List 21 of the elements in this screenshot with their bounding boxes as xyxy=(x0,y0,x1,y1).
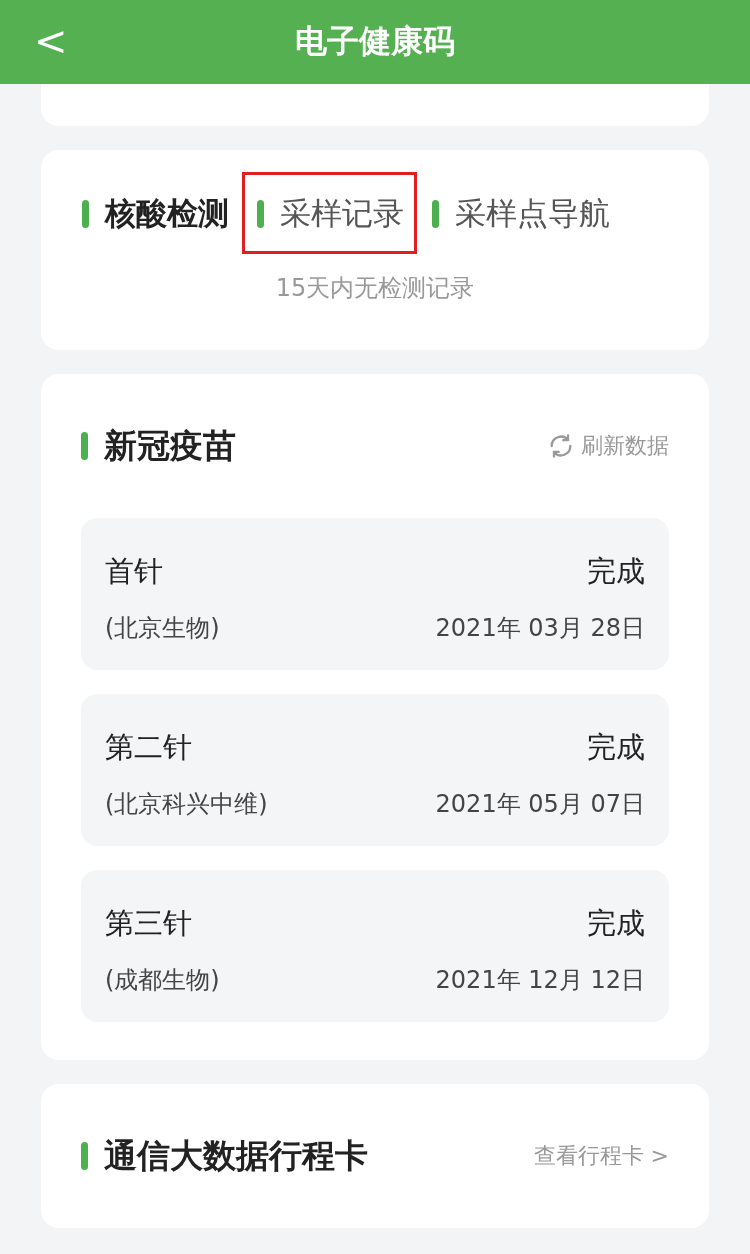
section-tab[interactable]: 采样点导航 xyxy=(417,172,623,254)
dose-date: 2021年 12月 12日 xyxy=(435,965,645,996)
dose-status: 完成 xyxy=(586,905,645,942)
dose-date: 2021年 03月 28日 xyxy=(435,613,645,644)
dose-status: 完成 xyxy=(586,553,645,590)
vaccine-maker: (北京生物) xyxy=(105,613,221,644)
vaccine-maker: (北京科兴中维) xyxy=(105,789,269,820)
dose-name: 首针 xyxy=(105,553,164,590)
section-title: 新冠疫苗 xyxy=(104,424,236,467)
accent-bar xyxy=(81,1142,88,1170)
dose-date: 2021年 05月 07日 xyxy=(435,789,645,820)
accent-bar xyxy=(81,432,88,460)
section-tab[interactable]: 核酸检测 xyxy=(67,172,242,254)
dose-name: 第三针 xyxy=(105,905,193,942)
vaccine-maker: (成都生物) xyxy=(105,965,221,996)
section-tab[interactable]: 采样记录 xyxy=(242,172,417,254)
page-title: 电子健康码 xyxy=(295,21,455,62)
dose-name: 第二针 xyxy=(105,729,193,766)
dose-status: 完成 xyxy=(586,729,645,766)
section-title: 通信大数据行程卡 xyxy=(104,1134,368,1177)
empty-text: 15天内无检测记录 xyxy=(274,273,476,304)
